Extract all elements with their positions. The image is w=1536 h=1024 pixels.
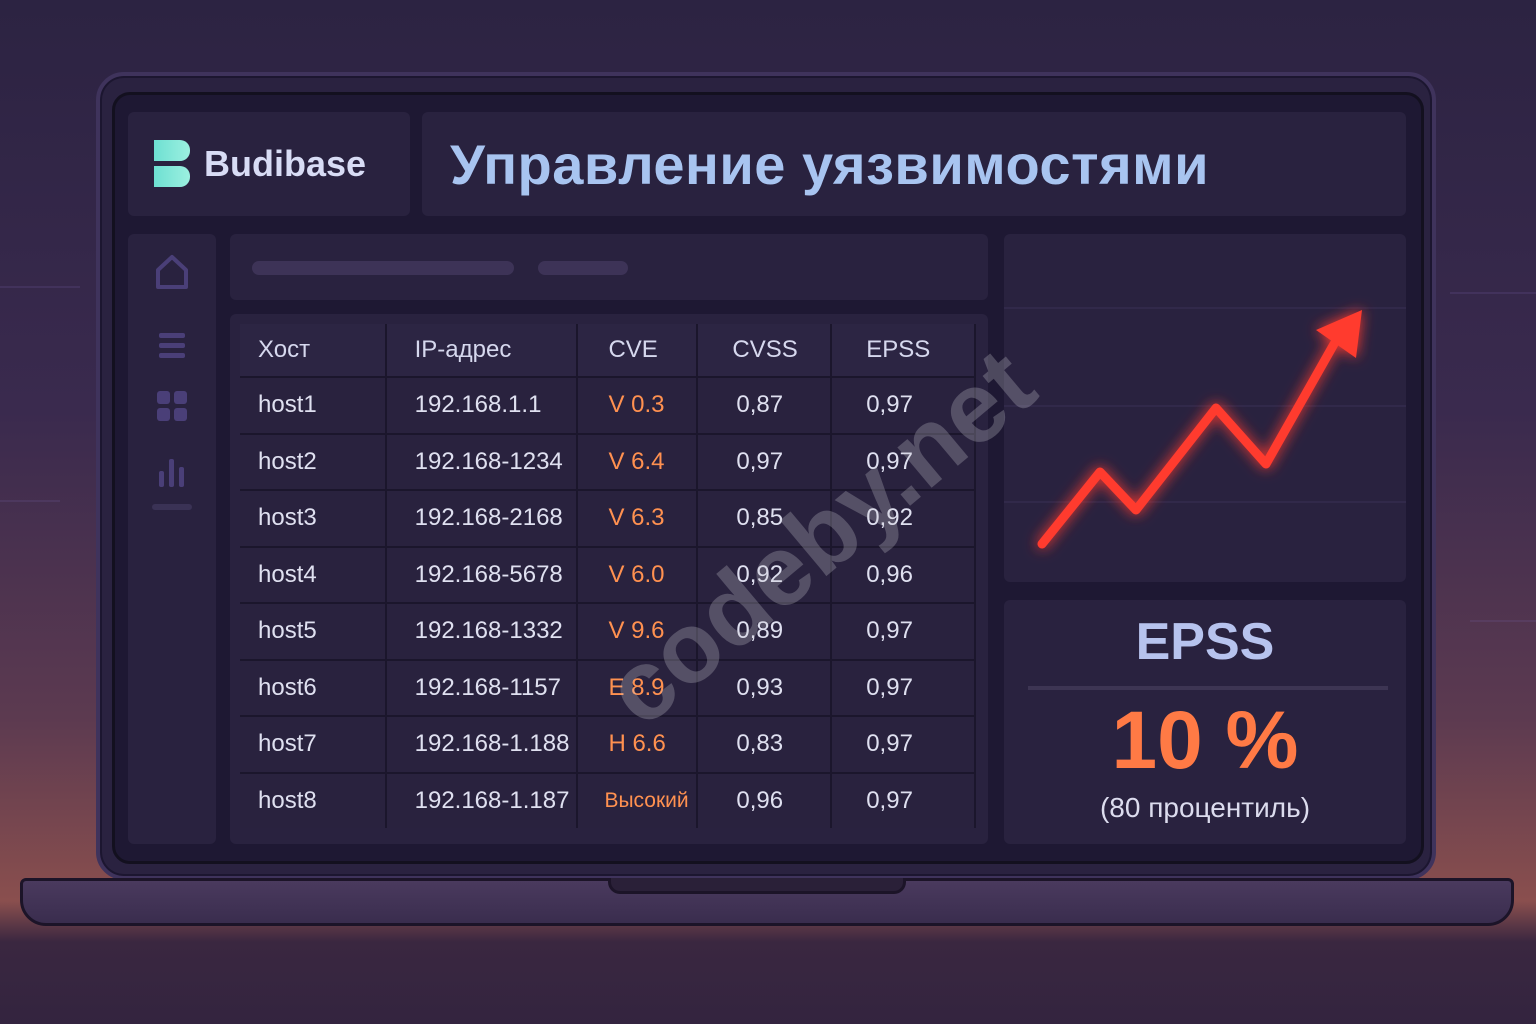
column-header-host[interactable]: Хост [240, 324, 387, 377]
cvss-cell: 0,96 [697, 771, 833, 828]
header-panel: Управление уязвимостями [422, 112, 1406, 216]
list-icon[interactable] [154, 328, 190, 364]
host-cell: host2 [240, 432, 387, 490]
table-row[interactable]: host8 192.168-1.187 Высокий 0,96 0,97 [240, 771, 976, 828]
cvss-cell: 0,93 [697, 658, 833, 716]
background-line [0, 286, 80, 288]
host-cell: host7 [240, 715, 387, 773]
epss-cell: 0,97 [831, 432, 976, 490]
table-header-row: Хост IP-адрес CVE CVSS EPSS [240, 324, 976, 377]
cve-cell: V 0.3 [577, 376, 699, 434]
host-cell: host6 [240, 658, 387, 716]
column-header-ip[interactable]: IP-адрес [385, 324, 579, 377]
toolbar [230, 234, 988, 300]
trend-chart [1004, 307, 1406, 549]
host-cell: host3 [240, 489, 387, 547]
sidebar [128, 234, 216, 844]
ip-cell: 192.168-1234 [385, 432, 579, 490]
search-placeholder-bar[interactable] [252, 261, 514, 275]
epss-card-caption: (80 процентиль) [1099, 792, 1311, 823]
table-row[interactable]: host7 192.168-1.188 H 6.6 0,83 0,97 [240, 715, 976, 773]
cve-cell: V 6.4 [577, 432, 699, 490]
ip-cell: 192.168-1.188 [385, 715, 579, 773]
cvss-cell: 0,87 [697, 376, 833, 434]
epss-card-divider [1028, 686, 1388, 690]
table-row[interactable]: host3 192.168-2168 V 6.3 0,85 0,92 [240, 489, 976, 547]
cve-cell: Высокий [577, 771, 699, 828]
brand-name: Budibase [204, 143, 367, 184]
epss-cell: 0,97 [831, 771, 976, 828]
host-cell: host8 [240, 771, 387, 828]
grid-icon[interactable] [154, 388, 190, 424]
background-line [1470, 620, 1536, 622]
page-title: Управление уязвимостями [450, 132, 1210, 196]
epss-card: EPSS 10 % (80 процентиль) [1004, 600, 1406, 844]
sidebar-indicator [152, 504, 192, 510]
epss-cell: 0,97 [831, 715, 976, 773]
home-icon[interactable] [154, 254, 190, 290]
laptop-notch [608, 878, 906, 894]
filter-placeholder-bar[interactable] [538, 261, 628, 275]
cvss-cell: 0,92 [697, 545, 833, 603]
cve-cell: V 6.3 [577, 489, 699, 547]
epss-card-value: 10 % [1111, 695, 1299, 786]
budibase-logo-icon [154, 140, 190, 188]
bar-chart-icon[interactable] [154, 454, 190, 490]
cvss-cell: 0,89 [697, 602, 833, 660]
epss-cell: 0,97 [831, 602, 976, 660]
trend-up-arrow-icon [1037, 310, 1362, 549]
cve-cell: H 6.6 [577, 715, 699, 773]
cvss-cell: 0,97 [697, 432, 833, 490]
table-row[interactable]: host4 192.168-5678 V 6.0 0,92 0,96 [240, 545, 976, 603]
ip-cell: 192.168-1157 [385, 658, 579, 716]
ip-cell: 192.168-5678 [385, 545, 579, 603]
cvss-cell: 0,85 [697, 489, 833, 547]
cve-cell: V 9.6 [577, 602, 699, 660]
ip-cell: 192.168-1332 [385, 602, 579, 660]
ip-cell: 192.168-2168 [385, 489, 579, 547]
epss-cell: 0,96 [831, 545, 976, 603]
epss-cell: 0,97 [831, 658, 976, 716]
ip-cell: 192.168-1.187 [385, 771, 579, 828]
table-row[interactable]: host6 192.168-1157 E 8.9 0,93 0,97 [240, 658, 976, 716]
epss-cell: 0,97 [831, 376, 976, 434]
vulnerability-table: Хост IP-адрес CVE CVSS EPSS host1 192.168… [240, 324, 976, 828]
column-header-cve[interactable]: CVE [577, 324, 699, 377]
trend-chart-panel [1004, 234, 1406, 582]
host-cell: host5 [240, 602, 387, 660]
ip-cell: 192.168.1.1 [385, 376, 579, 434]
host-cell: host1 [240, 376, 387, 434]
cvss-cell: 0,83 [697, 715, 833, 773]
table-row[interactable]: host5 192.168-1332 V 9.6 0,89 0,97 [240, 602, 976, 660]
table-row[interactable]: host1 192.168.1.1 V 0.3 0,87 0,97 [240, 376, 976, 434]
cve-cell: V 6.0 [577, 545, 699, 603]
background-line [1450, 292, 1536, 294]
host-cell: host4 [240, 545, 387, 603]
epss-card-title: EPSS [1135, 613, 1275, 671]
brand-panel[interactable]: Budibase [128, 112, 410, 216]
epss-cell: 0,92 [831, 489, 976, 547]
background-line [0, 500, 60, 502]
column-header-cvss[interactable]: CVSS [697, 324, 833, 377]
column-header-epss[interactable]: EPSS [831, 324, 976, 377]
table-row[interactable]: host2 192.168-1234 V 6.4 0,97 0,97 [240, 432, 976, 490]
cve-cell: E 8.9 [577, 658, 699, 716]
